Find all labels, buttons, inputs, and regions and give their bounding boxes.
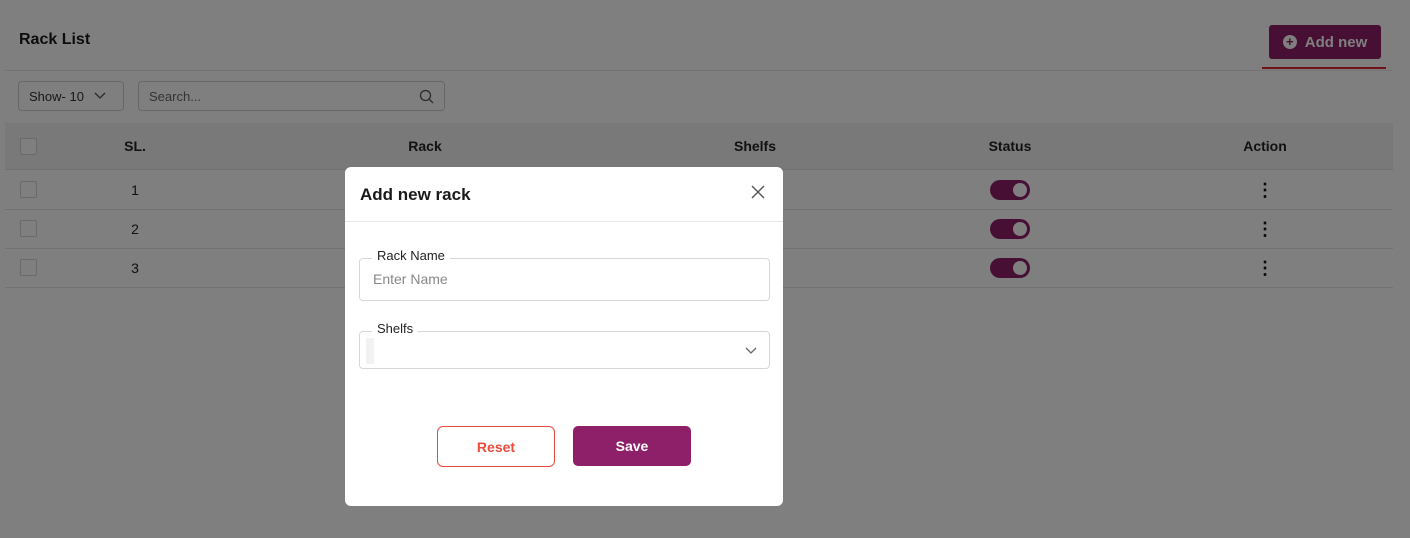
shelfs-value-placeholder — [366, 338, 374, 364]
chevron-down-icon[interactable] — [743, 342, 759, 358]
reset-button[interactable]: Reset — [437, 426, 555, 467]
modal-title: Add new rack — [360, 185, 471, 204]
shelfs-label: Shelfs — [372, 321, 419, 336]
rack-name-input[interactable] — [373, 271, 743, 287]
modal-header: Add new rack — [345, 167, 783, 222]
shelfs-field[interactable]: Shelfs — [359, 321, 770, 369]
rack-name-field: Rack Name — [359, 248, 770, 301]
close-icon[interactable] — [747, 181, 769, 203]
add-rack-modal: Add new rack Rack Name Shelfs Reset Save — [345, 167, 783, 506]
rack-name-label: Rack Name — [372, 248, 450, 263]
save-button[interactable]: Save — [573, 426, 691, 466]
